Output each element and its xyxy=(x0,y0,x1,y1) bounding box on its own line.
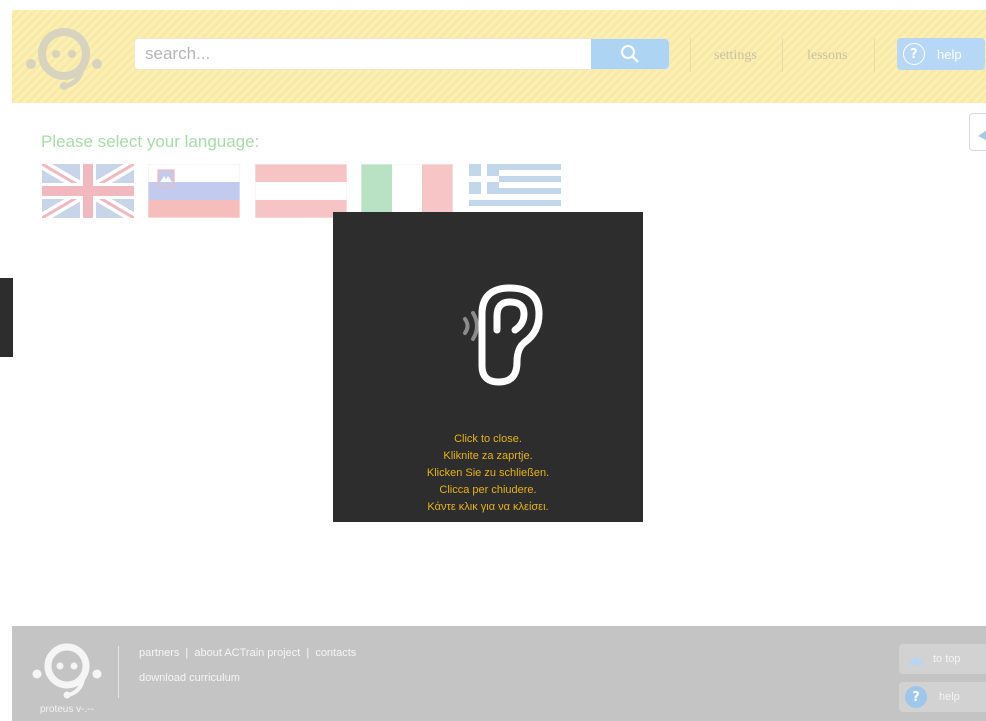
question-icon: ? xyxy=(903,43,925,65)
question-icon: ? xyxy=(905,686,927,708)
flag-greece-icon[interactable] xyxy=(469,164,561,218)
left-edge-panel xyxy=(0,278,13,357)
close-text-it: Clicca per chiudere. xyxy=(439,484,537,496)
help-label: help xyxy=(937,46,962,62)
footer-links: partners | about ACTrain project | conta… xyxy=(139,647,356,659)
flag-italy-icon[interactable] xyxy=(361,164,453,218)
footer-bar: proteus v-.-- partners | about ACTrain p… xyxy=(12,626,986,721)
lessons-link[interactable]: lessons xyxy=(807,48,847,64)
footer-divider xyxy=(118,646,119,698)
search-input[interactable] xyxy=(141,39,581,69)
flag-slovenia-icon[interactable] xyxy=(148,164,240,218)
download-curriculum-link[interactable]: download curriculum xyxy=(139,672,240,684)
link-separator: | xyxy=(185,647,189,659)
page: settings lessons ? help Please select yo… xyxy=(0,0,986,721)
header-divider xyxy=(874,38,875,72)
ear-icon xyxy=(463,284,543,386)
search-icon xyxy=(621,45,639,63)
side-share-tab[interactable] xyxy=(969,113,986,151)
search-box xyxy=(134,38,670,70)
audio-modal[interactable]: Click to close. Kliknite za zaprtje. Kli… xyxy=(333,212,643,522)
link-separator: | xyxy=(306,647,310,659)
to-top-button[interactable]: to top xyxy=(899,644,986,674)
footer-help-button[interactable]: ? help xyxy=(899,682,986,712)
to-top-label: to top xyxy=(933,653,961,665)
language-prompt: Please select your language: xyxy=(41,132,260,151)
header-bar: settings lessons ? help xyxy=(12,10,986,103)
close-text-sl: Kliknite za zaprtje. xyxy=(443,450,533,462)
search-button[interactable] xyxy=(591,39,669,69)
about-link[interactable]: about ACTrain project xyxy=(194,647,300,659)
flag-austria-icon[interactable] xyxy=(255,164,347,218)
arrow-up-icon xyxy=(907,656,925,665)
help-label: help xyxy=(939,691,960,703)
headset-logo-icon[interactable] xyxy=(24,22,104,92)
contacts-link[interactable]: contacts xyxy=(315,647,356,659)
plane-icon xyxy=(978,130,986,140)
close-instructions: Click to close. Kliknite za zaprtje. Kli… xyxy=(333,431,643,516)
header-divider xyxy=(690,38,691,72)
settings-link[interactable]: settings xyxy=(714,48,757,64)
close-text-el: Κάντε κλικ για να κλείσει. xyxy=(427,501,549,513)
header-divider xyxy=(782,38,783,72)
close-text-de: Klicken Sie zu schließen. xyxy=(426,467,550,479)
close-text-en: Click to close. xyxy=(454,433,522,445)
partners-link[interactable]: partners xyxy=(139,647,179,659)
version-text: proteus v-.-- xyxy=(40,704,94,715)
flag-uk-icon[interactable] xyxy=(42,164,134,218)
headset-logo-icon xyxy=(32,643,102,699)
help-button[interactable]: ? help xyxy=(897,38,985,70)
